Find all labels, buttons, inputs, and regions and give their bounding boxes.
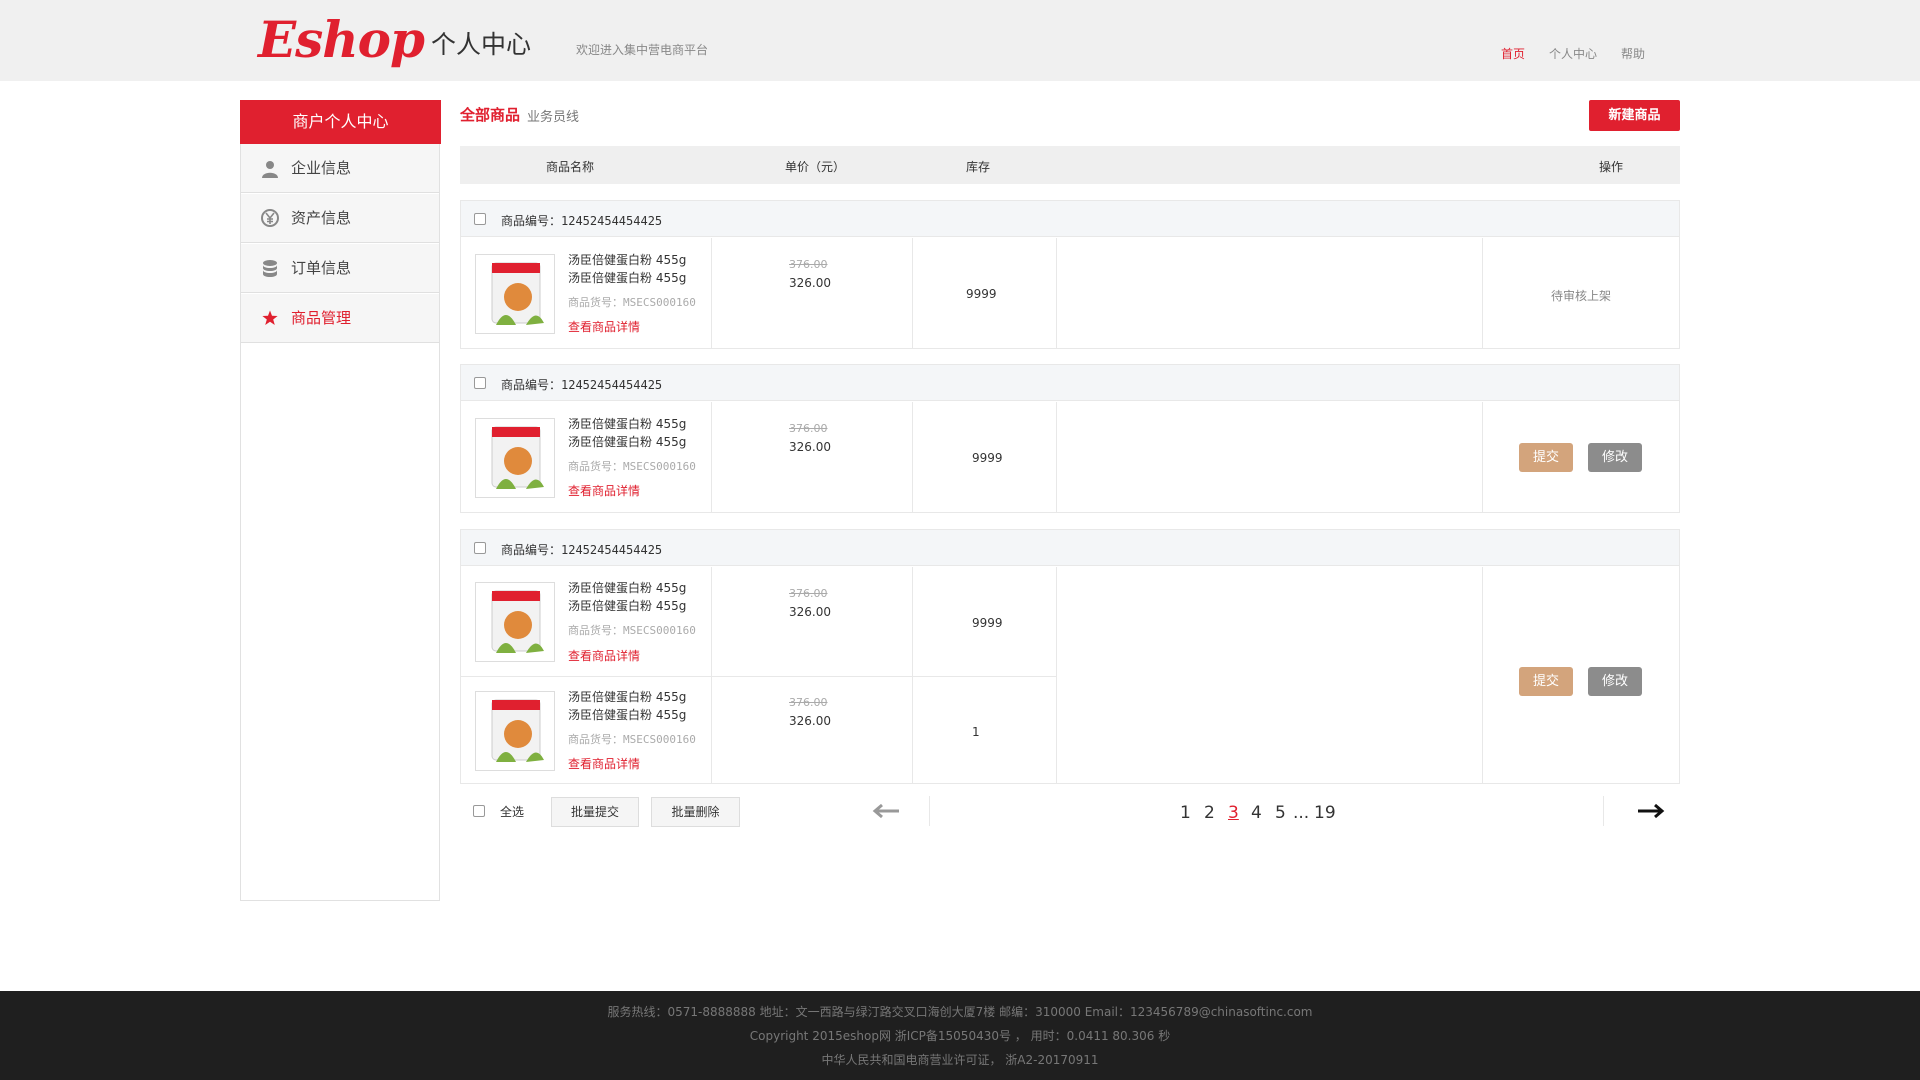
tab-all-products[interactable]: 全部商品 [460, 104, 520, 125]
select-all-checkbox[interactable] [473, 805, 485, 817]
product-title: 汤臣倍健蛋白粉 455g [568, 417, 687, 431]
sidebar: 商户个人中心 企业信息 资产信息 订单信息 商品管理 [240, 100, 441, 901]
sidebar-item-asset-info[interactable]: 资产信息 [241, 194, 439, 243]
star-icon [260, 294, 280, 345]
current-price: 326.00 [789, 714, 831, 728]
original-price: 376.00 [789, 258, 828, 271]
view-product-detail-link[interactable]: 查看商品详情 [568, 318, 640, 335]
page-19[interactable]: 19 [1314, 803, 1336, 823]
product-group: 商品编号：12452454454425 汤臣倍健蛋白粉 455g 汤臣倍健蛋白粉… [460, 200, 1680, 349]
current-price: 326.00 [789, 605, 831, 619]
yen-icon [260, 194, 280, 246]
product-sku: 商品货号：MSECS000160 [568, 733, 696, 746]
tab-salesman-line[interactable]: 业务员线 [527, 106, 579, 125]
product-group: 商品编号：12452454454425 汤臣倍健蛋白粉 455g 汤臣倍健蛋白粉… [460, 364, 1680, 513]
group-checkbox[interactable] [474, 542, 486, 554]
current-price: 326.00 [789, 440, 831, 454]
status-text: 待审核上架 [1551, 289, 1612, 303]
product-title: 汤臣倍健蛋白粉 455g [568, 581, 687, 595]
stock-count: 9999 [966, 287, 997, 301]
nav-personal-center-link[interactable]: 个人中心 [1549, 45, 1597, 62]
sidebar-item-label: 商品管理 [291, 309, 352, 327]
sidebar-item-company-info[interactable]: 企业信息 [241, 144, 439, 193]
page-footer: 服务热线：0571-8888888 地址：文一西路与绿汀路交叉口海创大厦7楼 邮… [0, 991, 1920, 1080]
product-title: 汤臣倍健蛋白粉 455g [568, 599, 687, 613]
product-title: 汤臣倍健蛋白粉 455g [568, 690, 687, 704]
page-title: 个人中心 [431, 30, 532, 59]
sidebar-item-label: 订单信息 [291, 259, 352, 277]
footer-copyright: Copyright 2015eshop网 浙ICP备15050430号 ， 用时… [749, 1029, 1171, 1043]
arrow-right-icon[interactable] [1637, 795, 1665, 825]
footer-license: 中华人民共和国电商营业许可证， 浙A2-20170911 [821, 1053, 1099, 1067]
sidebar-item-order-info[interactable]: 订单信息 [241, 244, 439, 293]
welcome-text: 欢迎进入集中营电商平台 [576, 43, 709, 57]
sidebar-item-product-management[interactable]: 商品管理 [241, 294, 439, 343]
page-1[interactable]: 1 [1180, 803, 1191, 823]
original-price: 376.00 [789, 587, 828, 600]
group-checkbox[interactable] [474, 213, 486, 225]
original-price: 376.00 [789, 696, 828, 709]
site-logo[interactable]: Eshop [258, 10, 425, 69]
stock-count: 9999 [972, 451, 1003, 465]
product-title: 汤臣倍健蛋白粉 455g [568, 271, 687, 285]
product-sku: 商品货号：MSECS000160 [568, 460, 696, 473]
column-header-stock: 库存 [966, 160, 991, 174]
column-header-name: 商品名称 [546, 160, 595, 174]
new-product-button[interactable]: 新建商品 [1589, 100, 1680, 131]
page-4[interactable]: 4 [1251, 803, 1262, 823]
product-thumbnail[interactable] [475, 418, 555, 498]
product-id: 商品编号：12452454454425 [501, 378, 663, 392]
product-sku: 商品货号：MSECS000160 [568, 296, 696, 309]
product-title: 汤臣倍健蛋白粉 455g [568, 708, 687, 722]
group-header: 商品编号：12452454454425 [461, 530, 1679, 566]
product-thumbnail[interactable] [475, 254, 555, 334]
top-header: Eshop 个人中心 欢迎进入集中营电商平台 首页 个人中心 帮助 [0, 0, 1920, 81]
column-header-action: 操作 [1599, 160, 1624, 174]
stock-count: 1 [972, 725, 980, 739]
batch-submit-button[interactable]: 批量提交 [551, 797, 639, 827]
submit-button[interactable]: 提交 [1519, 443, 1573, 472]
edit-button[interactable]: 修改 [1588, 667, 1642, 696]
sidebar-item-label: 资产信息 [291, 209, 352, 227]
product-id: 商品编号：12452454454425 [501, 214, 663, 228]
select-all-label: 全选 [500, 805, 525, 819]
product-title: 汤臣倍健蛋白粉 455g [568, 253, 687, 267]
view-product-detail-link[interactable]: 查看商品详情 [568, 647, 640, 664]
product-title: 汤臣倍健蛋白粉 455g [568, 435, 687, 449]
user-icon [260, 144, 280, 197]
original-price: 376.00 [789, 422, 828, 435]
page-ellipsis: ... [1293, 803, 1310, 823]
submit-button[interactable]: 提交 [1519, 667, 1573, 696]
page-5[interactable]: 5 [1275, 803, 1286, 823]
product-group: 商品编号：12452454454425 汤臣倍健蛋白粉 455g 汤臣倍健蛋白粉… [460, 529, 1680, 784]
database-icon [260, 244, 280, 297]
table-header: 商品名称 单价（元） 库存 操作 [460, 146, 1680, 184]
product-thumbnail[interactable] [475, 691, 555, 771]
footer-contact: 服务热线：0571-8888888 地址：文一西路与绿汀路交叉口海创大厦7楼 邮… [607, 1005, 1313, 1019]
group-header: 商品编号：12452454454425 [461, 365, 1679, 401]
view-product-detail-link[interactable]: 查看商品详情 [568, 755, 640, 772]
group-header: 商品编号：12452454454425 [461, 201, 1679, 237]
product-thumbnail[interactable] [475, 582, 555, 662]
edit-button[interactable]: 修改 [1588, 443, 1642, 472]
page-2[interactable]: 2 [1204, 803, 1215, 823]
stock-count: 9999 [972, 616, 1003, 630]
current-price: 326.00 [789, 276, 831, 290]
column-header-price: 单价（元） [785, 160, 846, 174]
product-id: 商品编号：12452454454425 [501, 543, 663, 557]
page-3[interactable]: 3 [1228, 803, 1239, 823]
sidebar-title: 商户个人中心 [240, 100, 441, 144]
product-sku: 商品货号：MSECS000160 [568, 624, 696, 637]
arrow-left-icon[interactable] [872, 795, 900, 825]
sidebar-item-label: 企业信息 [291, 159, 352, 177]
group-checkbox[interactable] [474, 377, 486, 389]
view-product-detail-link[interactable]: 查看商品详情 [568, 482, 640, 499]
batch-delete-button[interactable]: 批量删除 [651, 797, 740, 827]
nav-home-link[interactable]: 首页 [1501, 45, 1525, 62]
nav-help-link[interactable]: 帮助 [1621, 45, 1645, 62]
